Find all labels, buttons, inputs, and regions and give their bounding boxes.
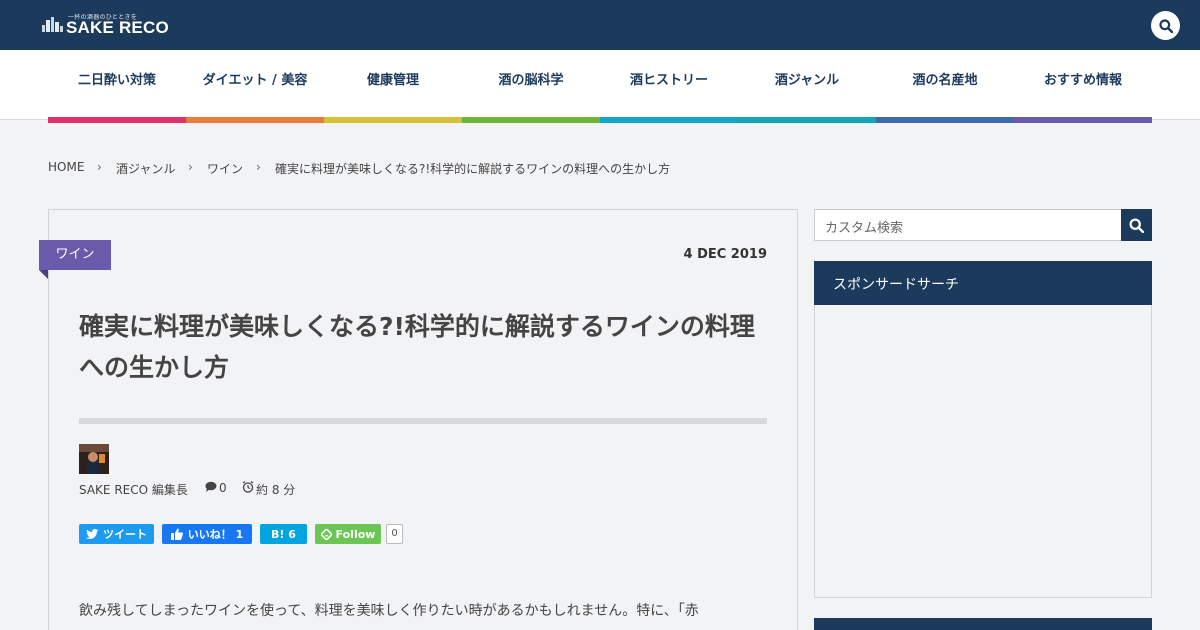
nav-color-bar: [48, 117, 186, 123]
breadcrumb-genre[interactable]: 酒ジャンル: [116, 160, 175, 177]
nav-label: 酒ヒストリー: [629, 73, 708, 88]
city-skyline-icon: [42, 17, 63, 32]
nav-color-bar: [738, 117, 876, 123]
follow-count: 0: [386, 524, 403, 544]
nav-item-regions[interactable]: 酒の名産地: [876, 50, 1014, 123]
category-tag-fold: [39, 270, 48, 279]
nav-color-bar: [876, 117, 1014, 123]
nav-item-diet-beauty[interactable]: ダイエット / 美容: [186, 50, 324, 123]
nav-item-brain-science[interactable]: 酒の脳科学: [462, 50, 600, 123]
nav-label: ダイエット / 美容: [202, 73, 308, 88]
logo-text: SAKE RECO: [66, 18, 169, 37]
comment-count[interactable]: 0: [219, 481, 227, 495]
article-title: 確実に料理が美味しくなる?!科学的に解説するワインの料理への生かし方: [79, 312, 755, 382]
feedly-follow-button[interactable]: Follow: [315, 524, 381, 544]
author-name[interactable]: SAKE RECO 編集長: [79, 481, 188, 498]
like-label: いいね！ 1: [187, 528, 244, 541]
nav-label: 酒の脳科学: [498, 73, 564, 88]
nav-item-hangover[interactable]: 二日酔い対策: [48, 50, 186, 123]
title-divider: [79, 418, 767, 424]
avatar-image: [79, 444, 109, 474]
nav-color-bar: [324, 117, 462, 123]
nav-label: 健康管理: [366, 73, 419, 88]
chevron-right-icon: ›: [188, 160, 193, 174]
breadcrumb-current: 確実に料理が美味しくなる?!科学的に解説するワインの料理への生かし方: [275, 162, 671, 176]
breadcrumb-wine[interactable]: ワイン: [207, 160, 243, 177]
nav-label: 二日酔い対策: [77, 73, 156, 88]
custom-search-button[interactable]: [1121, 209, 1152, 241]
nav-item-recommended[interactable]: おすすめ情報: [1014, 50, 1152, 123]
chevron-right-icon: ›: [256, 160, 261, 174]
nav-color-bar: [1014, 117, 1152, 123]
post-date: 4 DEC 2019: [683, 247, 768, 262]
tweet-button[interactable]: ツイート: [79, 524, 154, 544]
feedly-icon: [320, 528, 332, 540]
article-body-text: 飲み残してしまったワインを使って、料理を美味しく作りたい時があるかもしれません。…: [79, 603, 699, 619]
read-time: 約 8 分: [256, 483, 296, 497]
chevron-right-icon: ›: [97, 160, 102, 174]
thumbs-up-icon: [170, 528, 183, 540]
facebook-like-button[interactable]: いいね！ 1: [162, 524, 252, 544]
clock-icon: [242, 481, 254, 496]
nav-item-health[interactable]: 健康管理: [324, 50, 462, 123]
nav-item-history[interactable]: 酒ヒストリー: [600, 50, 738, 123]
search-icon: [1129, 217, 1144, 233]
site-header: 一杯の酒器のひとときを SAKE RECO: [0, 0, 1200, 50]
nav-label: おすすめ情報: [1043, 73, 1122, 88]
hatena-label: B! 6: [271, 527, 296, 541]
main-nav: 二日酔い対策 ダイエット / 美容 健康管理 酒の脳科学 酒ヒストリー 酒ジャン…: [0, 50, 1200, 123]
site-logo[interactable]: 一杯の酒器のひとときを SAKE RECO: [42, 12, 172, 38]
sponsored-search-heading: スポンサードサーチ: [814, 261, 1152, 305]
nav-label: 酒の名産地: [912, 73, 978, 88]
twitter-bird-icon: [86, 528, 99, 539]
nav-item-genre[interactable]: 酒ジャンル: [738, 50, 876, 123]
custom-search-input[interactable]: カスタム検索: [814, 209, 1122, 241]
breadcrumb-home[interactable]: HOME: [48, 160, 84, 174]
nav-label: 酒ジャンル: [774, 73, 840, 88]
nav-color-bar: [186, 117, 324, 123]
search-icon: [1158, 18, 1173, 33]
category-tag[interactable]: ワイン: [39, 240, 111, 270]
sponsored-search-widget: [814, 305, 1152, 598]
nav-color-bar: [600, 117, 738, 123]
nav-color-bar: [462, 117, 600, 123]
header-search-button[interactable]: [1151, 11, 1180, 40]
author-avatar[interactable]: [79, 444, 109, 474]
comment-icon: [205, 481, 217, 495]
next-widget-heading: [814, 618, 1152, 630]
tweet-label: ツイート: [103, 528, 147, 541]
hatena-bookmark-button[interactable]: B! 6: [260, 524, 307, 544]
follow-label: Follow: [335, 527, 376, 541]
